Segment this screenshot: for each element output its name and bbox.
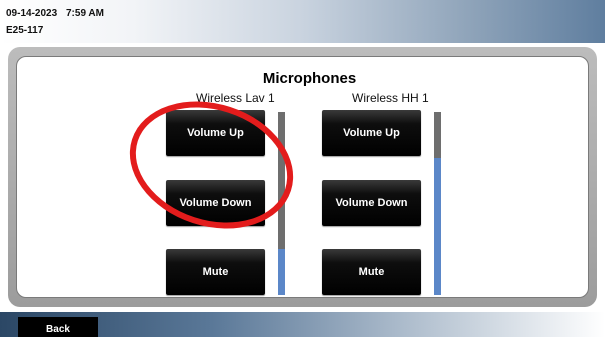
hh1-volume-up-button[interactable]: Volume Up [322,110,421,156]
date-text: 09-14-2023 [6,8,58,19]
lav1-mute-button[interactable]: Mute [166,249,265,295]
lav1-volume-up-button[interactable]: Volume Up [166,110,265,156]
page-title: Microphones [262,70,357,87]
room-id: E25-117 [6,25,44,36]
time-text: 7:59 AM [66,8,104,19]
back-button[interactable]: Back [18,317,98,337]
channel-label-lav1: Wireless Lav 1 [196,91,275,105]
lav1-volume-down-button[interactable]: Volume Down [166,180,265,226]
hh1-volume-down-button[interactable]: Volume Down [322,180,421,226]
lav1-volume-meter [278,112,285,295]
lav1-volume-empty [278,112,285,249]
hh1-volume-meter [434,112,441,295]
channel-label-hh1: Wireless HH 1 [352,91,429,105]
hh1-mute-button[interactable]: Mute [322,249,421,295]
microphone-panel [16,56,589,298]
hh1-volume-empty [434,112,441,158]
status-bar [0,0,605,43]
